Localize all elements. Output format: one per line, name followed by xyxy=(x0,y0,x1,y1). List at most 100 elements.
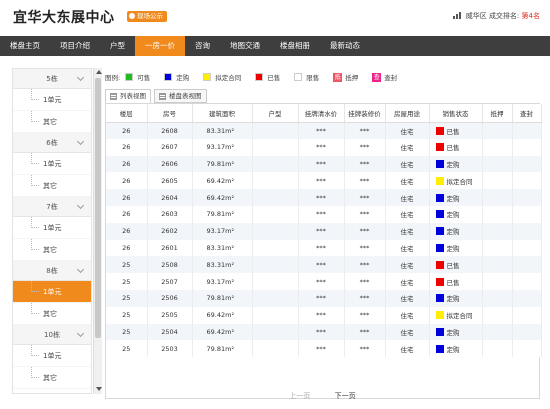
table-row[interactable]: 26 2607 93.17m² *** *** 住宅 已售 xyxy=(106,138,542,156)
nav-item[interactable]: 一房一价 xyxy=(135,36,185,56)
cell-area: 79.81m² xyxy=(192,340,253,358)
table-row[interactable]: 26 2604 69.42m² *** *** 住宅 定购 xyxy=(106,189,542,206)
status-swatch xyxy=(435,126,444,135)
nav-item[interactable]: 地图交通 xyxy=(220,36,270,56)
cell-price-decor: *** xyxy=(344,273,386,290)
building-label: 6栋 xyxy=(46,139,58,147)
status-swatch xyxy=(435,227,444,236)
legend-item-label: 可售 xyxy=(137,74,151,82)
table-row[interactable]: 26 2605 69.42m² *** *** 住宅 拟定合同 xyxy=(106,172,542,190)
nav-item[interactable]: 最新动态 xyxy=(320,36,370,56)
status-label: 已售 xyxy=(446,261,460,270)
nav-item[interactable]: 项目介绍 xyxy=(50,36,100,56)
list-icon xyxy=(110,92,117,100)
sidebar-building[interactable]: 5栋 xyxy=(13,69,91,89)
pagination: 上一页 下一页 xyxy=(105,389,540,403)
legend-swatch xyxy=(203,73,212,81)
status-swatch xyxy=(435,277,444,286)
sidebar-unit-item[interactable]: 1单元 xyxy=(13,153,91,175)
sidebar-unit-item[interactable]: 其它 xyxy=(13,367,91,389)
table-row[interactable]: 26 2608 83.31m² *** *** 住宅 已售 xyxy=(106,122,542,139)
cell-area: 69.42m² xyxy=(192,306,253,324)
cell-seizure xyxy=(512,222,542,240)
scroll-thumb[interactable] xyxy=(95,78,101,338)
cell-price-clear: *** xyxy=(298,289,345,307)
sidebar-scrollbar[interactable] xyxy=(93,68,102,394)
status-label: 定购 xyxy=(446,345,460,354)
tab-list-view[interactable]: 列表视图 xyxy=(105,89,151,103)
sidebar-unit-item[interactable]: 1单元 xyxy=(13,345,91,367)
tree-branch-icon xyxy=(31,89,39,100)
nav-item[interactable]: 户型 xyxy=(100,36,135,56)
live-badge[interactable]: 现场公示 xyxy=(127,11,167,22)
nav-item[interactable]: 楼盘主页 xyxy=(0,36,50,56)
cell-use: 住宅 xyxy=(385,306,430,324)
legend-item-label: 定购 xyxy=(176,74,190,82)
sidebar-building[interactable]: 8栋 xyxy=(13,261,91,281)
cell-mortgage xyxy=(482,239,513,257)
site-header: 宜华大东展中心 现场公示 威华区 成交排名: 第4名 xyxy=(0,0,550,36)
legend-swatch xyxy=(294,73,303,81)
table-row[interactable]: 26 2601 83.31m² *** *** 住宅 定购 xyxy=(106,239,542,257)
sidebar-unit-item[interactable]: 其它 xyxy=(13,175,91,197)
table-row[interactable]: 26 2603 79.81m² *** *** 住宅 定购 xyxy=(106,205,542,223)
sidebar-building[interactable]: 10栋 xyxy=(13,325,91,345)
scroll-up-icon[interactable] xyxy=(96,70,102,74)
cell-layout xyxy=(252,273,299,290)
cell-mortgage xyxy=(482,340,513,358)
status-label: 定购 xyxy=(446,295,460,304)
table-row[interactable]: 25 2506 79.81m² *** *** 住宅 定购 xyxy=(106,289,542,307)
tab-table-view[interactable]: 楼盘表视图 xyxy=(154,89,207,103)
cell-layout xyxy=(252,189,299,206)
table-row[interactable]: 26 2606 79.81m² *** *** 住宅 定购 xyxy=(106,155,542,173)
cell-room: 2601 xyxy=(147,239,193,257)
status-label: 拟定合同 xyxy=(446,312,473,321)
cell-layout xyxy=(252,155,299,173)
cell-status: 已售 xyxy=(429,122,483,139)
cell-layout xyxy=(252,222,299,240)
next-page-link[interactable]: 下一页 xyxy=(335,392,356,400)
sidebar-unit-item[interactable]: 1单元 xyxy=(13,281,91,303)
cell-mortgage xyxy=(482,205,513,223)
unit-label: 其它 xyxy=(43,310,57,318)
sidebar-building[interactable]: 7栋 xyxy=(13,197,91,217)
prev-page-link[interactable]: 上一页 xyxy=(289,392,310,400)
cell-floor: 25 xyxy=(106,340,148,358)
sidebar-unit-item[interactable]: 1单元 xyxy=(13,89,91,111)
sidebar-building[interactable]: 6栋 xyxy=(13,133,91,153)
legend-item-label: 抵押 xyxy=(345,74,359,82)
sidebar-unit-item[interactable]: 1单元 xyxy=(13,217,91,239)
status-label: 定购 xyxy=(446,328,460,337)
legend-item-label: 拟定合同 xyxy=(215,74,242,82)
sidebar-unit-item[interactable]: 其它 xyxy=(13,111,91,133)
sidebar-unit-item[interactable]: 其它 xyxy=(13,303,91,325)
table-row[interactable]: 25 2507 93.17m² *** *** 住宅 已售 xyxy=(106,273,542,290)
tab-list-view-label: 列表视图 xyxy=(120,92,146,100)
cell-status: 拟定合同 xyxy=(429,172,483,190)
chevron-down-icon xyxy=(76,73,85,82)
table-body: 26 2608 83.31m² *** *** 住宅 已售 26 2607 93.17m² *** *… xyxy=(106,122,542,358)
scroll-down-icon[interactable] xyxy=(96,387,102,391)
nav-item[interactable]: 楼盘相册 xyxy=(270,36,320,56)
cell-room: 2503 xyxy=(147,340,193,358)
sidebar-unit-item[interactable]: 其它 xyxy=(13,239,91,261)
cell-room: 2603 xyxy=(147,205,193,223)
cell-seizure xyxy=(512,323,542,341)
table-row[interactable]: 26 2602 93.17m² *** *** 住宅 定购 xyxy=(106,222,542,240)
cell-status: 定购 xyxy=(429,222,483,240)
table-row[interactable]: 25 2505 69.42m² *** *** 住宅 拟定合同 xyxy=(106,306,542,324)
legend-item: 限售 xyxy=(294,72,319,82)
stamp-icon: 抵 xyxy=(333,72,343,82)
table-row[interactable]: 25 2504 69.42m² *** *** 住宅 定购 xyxy=(106,323,542,341)
cell-room: 2506 xyxy=(147,289,193,307)
table-row[interactable]: 25 2503 79.81m² *** *** 住宅 定购 xyxy=(106,340,542,358)
cell-room: 2607 xyxy=(147,138,193,156)
nav-item[interactable]: 咨询 xyxy=(185,36,220,56)
cell-price-decor: *** xyxy=(344,122,386,139)
cell-mortgage xyxy=(482,256,513,274)
cell-use: 住宅 xyxy=(385,205,430,223)
cell-room: 2606 xyxy=(147,155,193,173)
cell-area: 83.31m² xyxy=(192,256,253,274)
legend-swatch xyxy=(125,73,134,81)
table-row[interactable]: 25 2508 83.31m² *** *** 住宅 已售 xyxy=(106,256,542,274)
